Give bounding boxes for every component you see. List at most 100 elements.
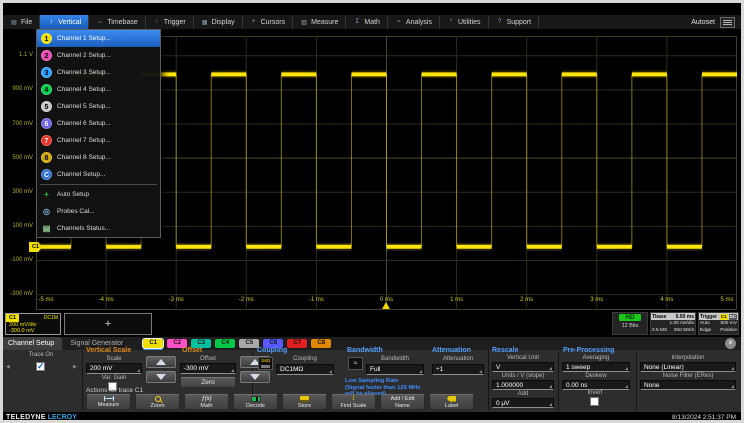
menu-item[interactable]: + Cursors [243, 15, 294, 29]
menu-item[interactable]: ↔ Timebase [89, 15, 145, 29]
label-button[interactable]: Label [429, 394, 474, 410]
dropdown-item[interactable]: + Auto Setup [37, 186, 160, 203]
v-axis-label: 300 mV [0, 189, 33, 195]
dropdown-item-label: Channel Setup... [57, 171, 105, 178]
close-dialog-button[interactable]: × [725, 338, 736, 349]
separator [636, 351, 637, 410]
menu-item-label: Support [507, 19, 532, 26]
undo-autoset-button[interactable] [720, 17, 735, 28]
add-edit-name-button[interactable]: Add / Edit Name [380, 394, 425, 410]
dropdown-item[interactable]: 5 Channel 5 Setup... [37, 98, 160, 115]
menu-item[interactable]: ? Support [489, 15, 540, 29]
coupling-header: Coupling [257, 347, 287, 354]
find-scale-button[interactable]: Find Scale [331, 394, 376, 410]
trigger-menu-icon: ↑ [153, 19, 161, 25]
t-axis-label: -5 ms [39, 297, 54, 303]
decode-button[interactable]: Decode [233, 394, 278, 410]
scale-field[interactable]: 200 mV [86, 363, 142, 374]
menu-item[interactable]: ↑ Trigger [146, 15, 194, 29]
probes-cal-icon: ◎ [41, 207, 52, 216]
scale-decrease-button[interactable] [146, 371, 176, 383]
measure-button[interactable]: Measure [86, 394, 131, 410]
menu-item[interactable]: * Utilities [440, 15, 489, 29]
decode-icon [251, 396, 261, 402]
value-field[interactable]: 0.00 ns [562, 380, 630, 390]
dropdown-item[interactable]: C Channel Setup... [37, 166, 160, 183]
auto-setup-icon: + [41, 190, 52, 199]
dropdown-item[interactable]: 4 Channel 4 Setup... [37, 81, 160, 98]
c1-trace-descriptor[interactable]: C1 DC1M 200 mV/div -300.0 mV [5, 313, 61, 335]
math-button[interactable]: Math [184, 394, 229, 410]
dropdown-item[interactable]: 3 Channel 3 Setup... [37, 64, 160, 81]
trigger-header: Trigger C1 DC [699, 313, 738, 320]
bandwidth-header: Bandwidth [347, 347, 383, 354]
menu-item-label: Trigger [164, 19, 186, 26]
separator [82, 351, 83, 410]
scale-increase-button[interactable] [146, 356, 176, 368]
hd-mode-indicator[interactable]: HD 12 Bits [612, 312, 648, 335]
menu-item[interactable]: Σ Math [346, 15, 388, 29]
measure-menu-icon: ▥ [300, 19, 308, 26]
next-trace-arrow[interactable]: ▶ [73, 364, 77, 370]
zero-offset-button[interactable]: Zero [180, 377, 236, 388]
value-field[interactable]: None [640, 380, 736, 390]
field-group: Noise Filter (ERes) None [640, 373, 736, 390]
trigger-source-chip: C1 [720, 314, 728, 320]
channel-badge: 3 [41, 67, 52, 78]
channel-tab[interactable]: C8 [311, 339, 331, 348]
field-label: Noise Filter (ERes) [640, 373, 736, 380]
field-group: Vertical Unit V [492, 355, 554, 372]
v-axis-label: 100 mV [0, 223, 33, 229]
menu-item[interactable]: ▤ File [3, 15, 40, 29]
invert-checkbox[interactable] [590, 397, 599, 406]
value-field[interactable]: 1.000000 [492, 380, 554, 390]
channel-badge: 1 [41, 33, 52, 44]
dropdown-item[interactable]: 6 Channel 6 Setup... [37, 115, 160, 132]
autoset-button[interactable]: Autoset [691, 19, 715, 26]
menu-item[interactable]: ▥ Measure [293, 15, 346, 29]
channel-tab[interactable]: C4 [215, 339, 235, 348]
trace-on-checkbox[interactable] [36, 362, 45, 371]
channel-tab[interactable]: C7 [287, 339, 307, 348]
trigger-type: Edge [700, 327, 711, 334]
bandwidth-field[interactable]: Full [366, 364, 424, 375]
value-field[interactable]: None (Linear) [640, 362, 736, 372]
dropdown-channel-items: 1 Channel 1 Setup... 2 Channel 2 Setup..… [37, 30, 160, 183]
dropdown-item[interactable]: 7 Channel 7 Setup... [37, 132, 160, 149]
menu-item[interactable]: ↕ Vertical [40, 15, 89, 29]
dropdown-item[interactable]: 1 Channel 1 Setup... [37, 30, 160, 47]
channel-tab[interactable]: C1 [143, 339, 163, 348]
dropdown-item-label: Channel 8 Setup... [57, 154, 111, 161]
value-field[interactable]: 1 sweep [562, 362, 630, 372]
preprocessing-header: Pre-Processing [563, 347, 614, 354]
separator [488, 351, 489, 410]
dropdown-item[interactable]: 8 Channel 8 Setup... [37, 149, 160, 166]
offset-field[interactable]: -300 mV [180, 363, 236, 374]
tab-channel-setup[interactable]: Channel Setup [0, 337, 62, 350]
menu-item-label: Measure [311, 19, 338, 26]
attenuation-value: ÷1 [436, 366, 443, 373]
menu-item[interactable]: ▦ Display [194, 15, 243, 29]
add-trace-button[interactable]: + [64, 313, 152, 335]
trigger-label: Trigger [700, 314, 717, 320]
prev-trace-arrow[interactable]: ◀ [6, 364, 10, 370]
autoset-area: Autoset [691, 15, 735, 29]
t-axis-label: -2 ms [239, 297, 254, 303]
menu-item[interactable]: ≈ Analysis [388, 15, 440, 29]
dropdown-item[interactable]: 2 Channel 2 Setup... [37, 47, 160, 64]
value-field[interactable]: V [492, 362, 554, 372]
store-button[interactable]: Store [282, 394, 327, 410]
attenuation-field[interactable]: ÷1 [432, 364, 484, 375]
offset-value: -300 mV [184, 365, 209, 372]
offset-decrease-button[interactable] [240, 371, 270, 383]
dropdown-utility-items: + Auto Setup ◎ Probes Cal... ▤ Channels … [37, 186, 160, 237]
coupling-field[interactable]: DC1MΩ [276, 364, 334, 375]
dropdown-item[interactable]: ▤ Channels Status... [37, 220, 160, 237]
dropdown-item-label: Channel 4 Setup... [57, 86, 111, 93]
dropdown-item[interactable]: ◎ Probes Cal... [37, 203, 160, 220]
trigger-summary-box[interactable]: Trigger C1 DC Auto 500 mV Edge Positive [698, 312, 739, 335]
trigger-time-marker[interactable] [382, 302, 390, 309]
value-field[interactable]: 0 μV [492, 398, 554, 408]
zoom-button[interactable]: Zoom [135, 394, 180, 410]
timebase-summary-box[interactable]: Tbase 0.00 ms 1.00 ms/div 2.5 MS 250 MS/… [650, 312, 696, 335]
